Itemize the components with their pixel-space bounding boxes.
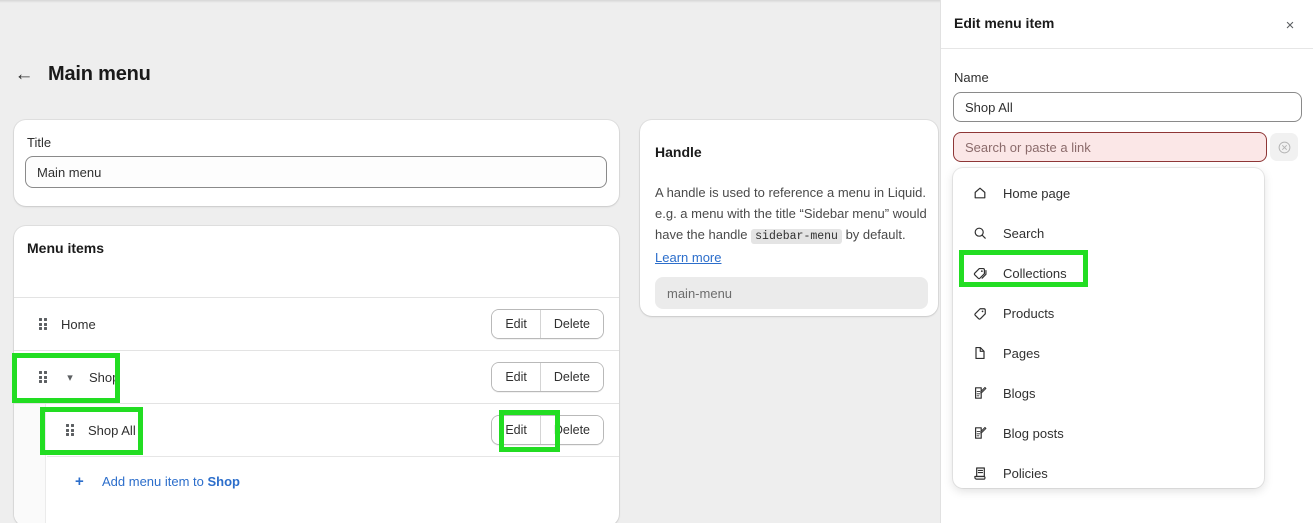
delete-button[interactable]: Delete bbox=[539, 416, 603, 444]
row-actions: Edit Delete bbox=[491, 309, 604, 339]
close-icon[interactable]: × bbox=[1280, 15, 1300, 35]
edit-button[interactable]: Edit bbox=[492, 310, 540, 338]
page-header: ← Main menu bbox=[14, 63, 151, 86]
dropdown-item-collections[interactable]: Collections bbox=[953, 253, 1264, 293]
menu-item-label: Home bbox=[61, 316, 96, 332]
menu-items-heading: Menu items bbox=[27, 240, 105, 256]
search-icon bbox=[971, 224, 989, 242]
title-input[interactable]: Main menu bbox=[25, 156, 607, 188]
handle-card: Handle A handle is used to reference a m… bbox=[640, 120, 938, 316]
back-arrow-icon[interactable]: ← bbox=[14, 65, 34, 85]
table-row[interactable]: Home Edit Delete bbox=[14, 298, 619, 350]
table-row[interactable]: Shop All Edit Delete bbox=[14, 404, 619, 456]
dropdown-item-home-page[interactable]: Home page bbox=[953, 173, 1264, 213]
menu-items-card: Menu items Home Edit Delete ▾ Shop Edit … bbox=[14, 226, 619, 523]
title-field-label: Title bbox=[27, 135, 52, 150]
panel-title: Edit menu item bbox=[954, 15, 1055, 31]
app-root: ← Main menu Title Main menu Menu items H… bbox=[0, 0, 1313, 523]
handle-input[interactable]: main-menu bbox=[655, 277, 928, 309]
dropdown-item-label: Policies bbox=[1003, 465, 1048, 481]
learn-more-link[interactable]: Learn more bbox=[655, 250, 721, 265]
dropdown-item-label: Blogs bbox=[1003, 385, 1036, 401]
add-menu-item-link[interactable]: Add menu item to Shop bbox=[102, 474, 240, 489]
nesting-indent-rail bbox=[14, 456, 46, 523]
dropdown-item-label: Blog posts bbox=[1003, 425, 1064, 441]
delete-button[interactable]: Delete bbox=[539, 310, 603, 338]
dropdown-item-label: Collections bbox=[1003, 265, 1067, 281]
main-content: ← Main menu Title Main menu Menu items H… bbox=[0, 0, 940, 523]
dropdown-item-blogs[interactable]: Blogs bbox=[953, 373, 1264, 413]
dropdown-item-policies[interactable]: Policies bbox=[953, 453, 1264, 488]
drag-handle-icon[interactable] bbox=[66, 424, 74, 436]
page-icon bbox=[971, 344, 989, 362]
row-actions: Edit Delete bbox=[491, 362, 604, 392]
blog-post-icon bbox=[971, 424, 989, 442]
menu-item-label: Shop All bbox=[88, 422, 136, 438]
panel-header: Edit menu item × bbox=[941, 0, 1313, 49]
row-actions: Edit Delete bbox=[491, 415, 604, 445]
blog-icon bbox=[971, 384, 989, 402]
search-link-input[interactable]: Search or paste a link bbox=[953, 132, 1267, 162]
dropdown-item-label: Search bbox=[1003, 225, 1045, 241]
handle-description: A handle is used to reference a menu in … bbox=[655, 185, 927, 265]
name-field-label: Name bbox=[954, 70, 989, 85]
chevron-down-icon[interactable]: ▾ bbox=[63, 370, 77, 384]
clear-search-button[interactable] bbox=[1270, 133, 1298, 161]
dropdown-item-label: Products bbox=[1003, 305, 1055, 321]
dropdown-item-label: Home page bbox=[1003, 185, 1071, 201]
link-suggestions-dropdown: Home page Search Collections Products Pa bbox=[953, 168, 1264, 488]
dropdown-item-products[interactable]: Products bbox=[953, 293, 1264, 333]
handle-code-chip: sidebar-menu bbox=[751, 229, 842, 244]
collections-icon bbox=[971, 264, 989, 282]
handle-heading: Handle bbox=[655, 144, 702, 160]
delete-button[interactable]: Delete bbox=[539, 363, 603, 391]
dropdown-item-label: Pages bbox=[1003, 345, 1040, 361]
dropdown-item-search[interactable]: Search bbox=[953, 213, 1264, 253]
drag-handle-icon[interactable] bbox=[39, 371, 47, 383]
nesting-indent-rail bbox=[14, 404, 46, 456]
table-row[interactable]: ▾ Shop Edit Delete bbox=[14, 351, 619, 403]
menu-item-label: Shop bbox=[89, 369, 120, 385]
add-menu-item-row[interactable]: + Add menu item to Shop bbox=[47, 456, 619, 506]
edit-button[interactable]: Edit bbox=[492, 363, 540, 391]
title-card: Title Main menu bbox=[14, 120, 619, 206]
policy-icon bbox=[971, 464, 989, 482]
name-input[interactable]: Shop All bbox=[953, 92, 1302, 122]
clear-circle-icon bbox=[1278, 141, 1290, 153]
drag-handle-icon[interactable] bbox=[39, 318, 47, 330]
plus-icon: + bbox=[75, 473, 84, 490]
product-tag-icon bbox=[971, 304, 989, 322]
page-title: Main menu bbox=[48, 63, 151, 85]
menu-items-header: Menu items bbox=[14, 226, 619, 297]
dropdown-item-blog-posts[interactable]: Blog posts bbox=[953, 413, 1264, 453]
dropdown-item-pages[interactable]: Pages bbox=[953, 333, 1264, 373]
edit-button[interactable]: Edit bbox=[492, 416, 540, 444]
home-icon bbox=[971, 184, 989, 202]
